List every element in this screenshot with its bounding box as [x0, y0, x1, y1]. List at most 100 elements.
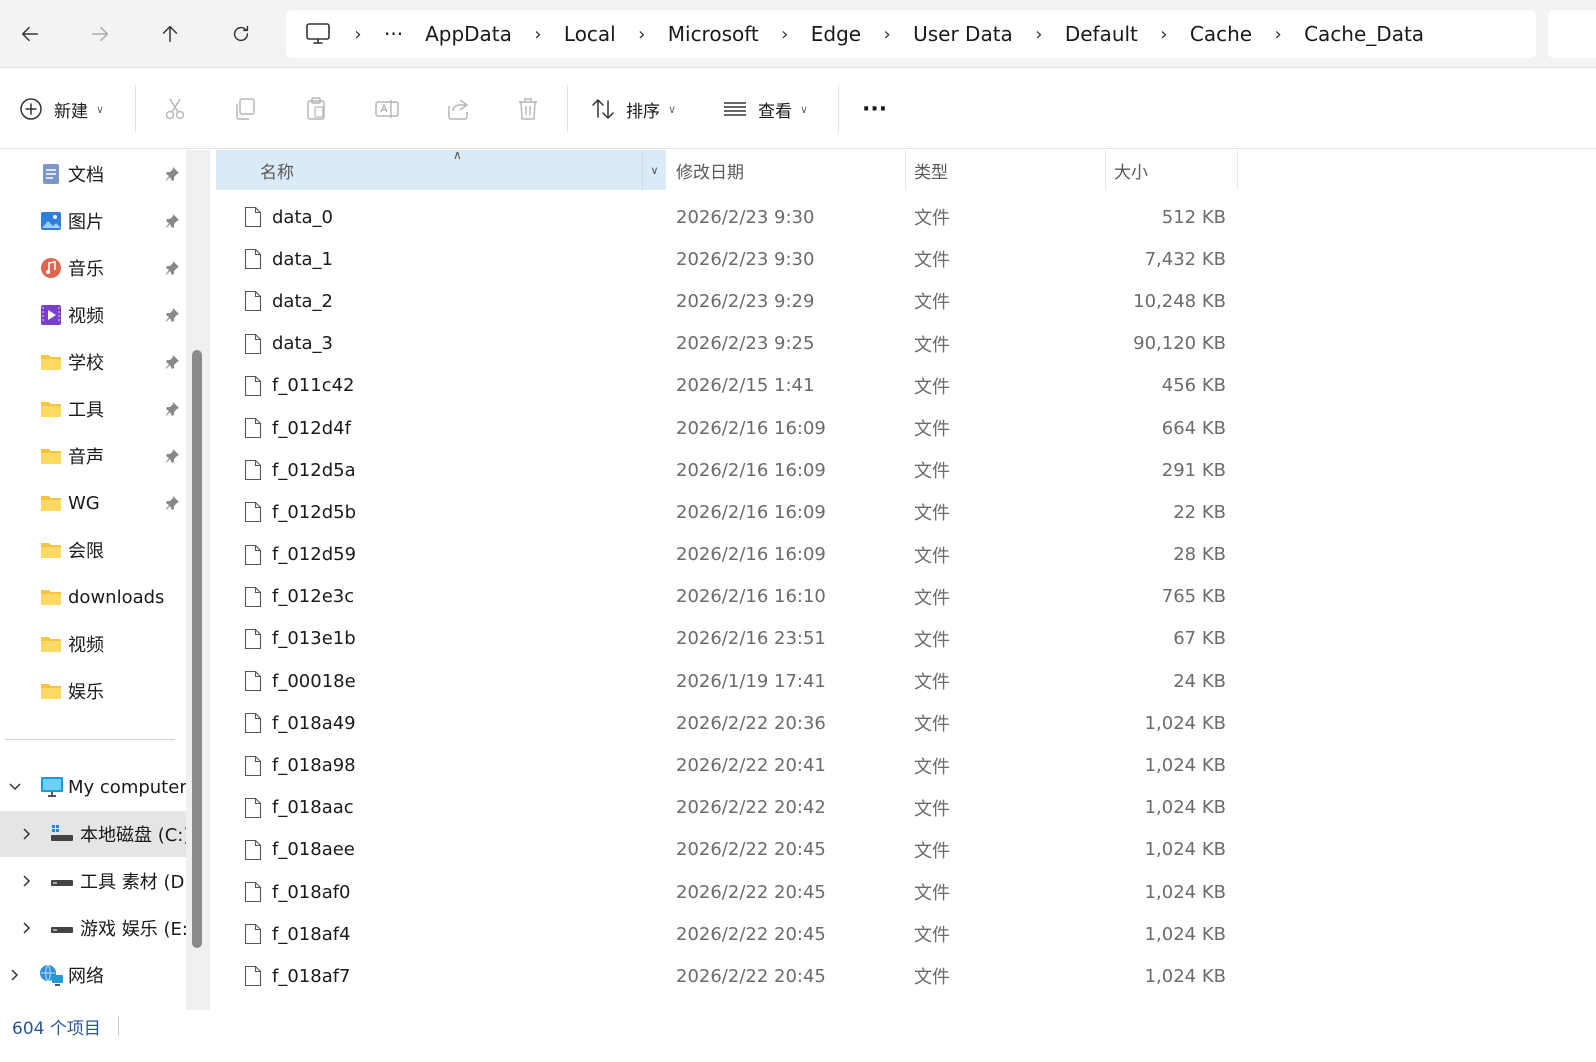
chevron-right-icon[interactable]: ›	[1013, 24, 1065, 45]
paste-button[interactable]	[303, 89, 329, 129]
pin-icon[interactable]	[164, 495, 180, 511]
sidebar-item-wg[interactable]: WG	[0, 481, 186, 525]
refresh-button[interactable]	[221, 14, 261, 54]
sidebar-item-tools[interactable]: 工具	[0, 387, 186, 431]
breadcrumb-item[interactable]: User Data	[913, 22, 1013, 46]
table-row[interactable]: f_013e1b 2026/2/16 23:51 文件 67 KB	[216, 618, 1576, 660]
sidebar-item-video-folder[interactable]: 视频	[0, 622, 186, 666]
pin-icon[interactable]	[164, 260, 180, 276]
chevron-right-icon[interactable]	[20, 874, 34, 888]
breadcrumb[interactable]: › ··· AppData › Local › Microsoft › Edge…	[286, 10, 1536, 58]
folder-icon	[41, 402, 61, 417]
pin-icon[interactable]	[164, 401, 180, 417]
column-header-size[interactable]: 大小	[1106, 150, 1238, 190]
share-button[interactable]	[445, 89, 471, 129]
chevron-down-icon[interactable]	[8, 780, 22, 794]
pictures-icon	[41, 212, 61, 230]
sidebar-item-documents[interactable]: 文档	[0, 152, 186, 196]
table-row[interactable]: f_012d59 2026/2/16 16:09 文件 28 KB	[216, 534, 1576, 576]
chevron-right-icon[interactable]	[20, 827, 34, 841]
table-row[interactable]: f_018af0 2026/2/22 20:45 文件 1,024 KB	[216, 871, 1576, 913]
file-name: f_018aee	[272, 839, 355, 861]
chevron-right-icon[interactable]: ›	[759, 24, 811, 45]
sidebar-item-huixian[interactable]: 会限	[0, 528, 186, 572]
breadcrumb-item[interactable]: Cache	[1190, 22, 1252, 46]
table-row[interactable]: f_018af7 2026/2/22 20:45 文件 1,024 KB	[216, 955, 1576, 997]
new-button[interactable]: 新建 ∨	[18, 89, 104, 129]
breadcrumb-item[interactable]: Default	[1065, 22, 1138, 46]
copy-button[interactable]	[232, 89, 258, 129]
sidebar-item-drive-d[interactable]: 工具 素材 (D:	[0, 858, 186, 904]
sidebar-item-my-computer[interactable]: My computer	[0, 764, 186, 810]
column-header-date[interactable]: 修改日期	[666, 150, 906, 190]
breadcrumb-item[interactable]: Edge	[811, 22, 861, 46]
search-box[interactable]	[1548, 10, 1596, 58]
sidebar-item-pictures[interactable]: 图片	[0, 199, 186, 243]
chevron-right-icon[interactable]	[20, 921, 34, 935]
table-row[interactable]: f_018aee 2026/2/22 20:45 文件 1,024 KB	[216, 829, 1576, 871]
column-header-type[interactable]: 类型	[906, 150, 1106, 190]
pin-icon[interactable]	[164, 307, 180, 323]
delete-button[interactable]	[515, 89, 541, 129]
breadcrumb-item-current[interactable]: Cache_Data	[1304, 22, 1424, 46]
table-row[interactable]: f_012e3c 2026/2/16 16:10 文件 765 KB	[216, 576, 1576, 618]
chevron-right-icon[interactable]: ›	[332, 24, 384, 45]
sidebar-item-school[interactable]: 学校	[0, 340, 186, 384]
sidebar-item-music[interactable]: 音乐	[0, 246, 186, 290]
sidebar-item-voice[interactable]: 音声	[0, 434, 186, 478]
table-row[interactable]: f_011c42 2026/2/15 1:41 文件 456 KB	[216, 365, 1576, 407]
folder-icon	[41, 543, 61, 558]
sidebar-item-drive-c[interactable]: 本地磁盘 (C:)	[0, 811, 186, 857]
chevron-right-icon[interactable]: ›	[1252, 24, 1304, 45]
table-row[interactable]: f_00018e 2026/1/19 17:41 文件 24 KB	[216, 660, 1576, 702]
sort-button[interactable]: 排序 ∨	[590, 89, 676, 129]
view-button[interactable]: 查看 ∨	[722, 89, 808, 129]
pin-icon[interactable]	[164, 354, 180, 370]
breadcrumb-item[interactable]: AppData	[425, 22, 512, 46]
rename-button[interactable]	[374, 89, 400, 129]
sidebar-item-videos[interactable]: 视频	[0, 293, 186, 337]
table-row[interactable]: data_1 2026/2/23 9:30 文件 7,432 KB	[216, 238, 1576, 280]
folder-icon	[41, 496, 61, 511]
pin-icon[interactable]	[164, 213, 180, 229]
table-row[interactable]: f_018af4 2026/2/22 20:45 文件 1,024 KB	[216, 913, 1576, 955]
chevron-down-icon: ∨	[668, 102, 677, 116]
forward-button[interactable]	[80, 14, 120, 54]
sidebar-item-downloads[interactable]: downloads	[0, 575, 186, 619]
file-type: 文件	[914, 883, 950, 905]
breadcrumb-item[interactable]: Microsoft	[668, 22, 759, 46]
table-row[interactable]: data_2 2026/2/23 9:29 文件 10,248 KB	[216, 280, 1576, 322]
table-row[interactable]: f_012d5b 2026/2/16 16:09 文件 22 KB	[216, 491, 1576, 533]
more-options-button[interactable]: ···	[862, 89, 887, 129]
pin-icon[interactable]	[164, 448, 180, 464]
column-header-name[interactable]: ∧ 名称 ∨	[216, 148, 666, 190]
chevron-down-icon[interactable]: ∨	[642, 150, 666, 190]
sidebar-item-entertainment[interactable]: 娱乐	[0, 669, 186, 713]
sidebar-item-network[interactable]: 网络	[0, 952, 186, 998]
cut-button[interactable]	[162, 89, 188, 129]
chevron-right-icon[interactable]: ›	[512, 24, 564, 45]
file-icon	[244, 713, 262, 734]
sidebar-item-drive-e[interactable]: 游戏 娱乐 (E:)	[0, 905, 186, 951]
table-row[interactable]: data_3 2026/2/23 9:25 文件 90,120 KB	[216, 323, 1576, 365]
breadcrumb-item[interactable]: Local	[564, 22, 616, 46]
back-button[interactable]	[10, 14, 50, 54]
chevron-right-icon[interactable]: ›	[1138, 24, 1190, 45]
pin-icon[interactable]	[164, 166, 180, 182]
command-bar: 新建 ∨ 排序 ∨ 查看 ∨ ···	[0, 69, 1596, 149]
file-icon	[244, 207, 262, 228]
chevron-right-icon[interactable]: ›	[616, 24, 668, 45]
table-row[interactable]: f_018aac 2026/2/22 20:42 文件 1,024 KB	[216, 787, 1576, 829]
table-row[interactable]: f_018a49 2026/2/22 20:36 文件 1,024 KB	[216, 702, 1576, 744]
chevron-right-icon[interactable]	[8, 968, 22, 982]
sidebar-scrollbar-thumb[interactable]	[192, 350, 202, 948]
breadcrumb-overflow[interactable]: ···	[384, 22, 403, 46]
table-row[interactable]: f_018a98 2026/2/22 20:41 文件 1,024 KB	[216, 744, 1576, 786]
monitor-icon[interactable]	[304, 22, 332, 46]
table-row[interactable]: f_012d5a 2026/2/16 16:09 文件 291 KB	[216, 449, 1576, 491]
chevron-right-icon[interactable]: ›	[861, 24, 913, 45]
table-row[interactable]: data_0 2026/2/23 9:30 文件 512 KB	[216, 196, 1576, 238]
up-button[interactable]	[150, 14, 190, 54]
table-row[interactable]: f_012d4f 2026/2/16 16:09 文件 664 KB	[216, 407, 1576, 449]
file-date: 2026/2/16 23:51	[676, 628, 826, 650]
